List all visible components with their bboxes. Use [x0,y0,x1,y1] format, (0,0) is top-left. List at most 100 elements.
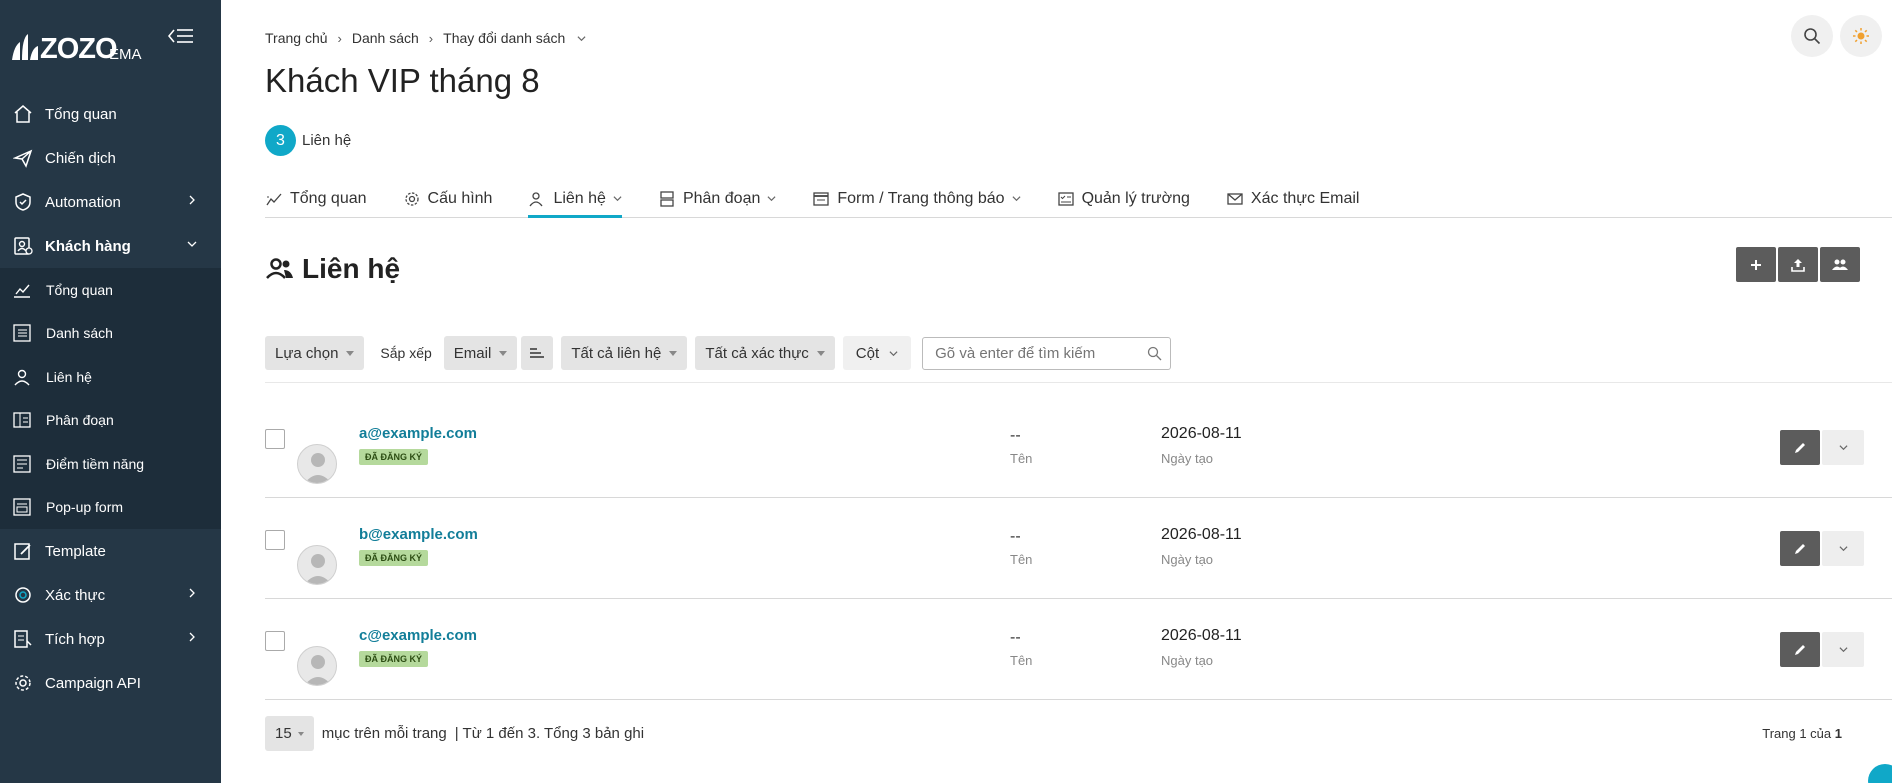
list-icon [12,323,32,343]
customers-submenu: Tổng quan Danh sách Liên hệ Phân đoạn Đi… [0,268,221,529]
bulk-select-dropdown[interactable]: Lựa chọn [265,336,365,370]
search-input[interactable] [935,344,1136,362]
sort-direction-button[interactable] [521,336,554,370]
main-content: Trang chủ › Danh sách › Thay đổi danh sá… [221,0,1892,783]
sidebar-item-template[interactable]: Template [0,529,221,573]
tab-label: Tổng quan [290,189,367,207]
gear-icon [12,672,34,694]
help-chat-button[interactable] [1868,764,1892,783]
submenu-item-label: Pop-up form [46,499,124,516]
row-checkbox[interactable] [265,631,285,651]
contact-email-link[interactable]: a@example.com [359,425,477,442]
breadcrumb-change-list[interactable]: Thay đổi danh sách [443,30,565,46]
contact-filter-dropdown[interactable]: Tất cả liên hệ [561,336,688,370]
shield-check-icon [12,191,34,213]
sidebar-item-customers[interactable]: Khách hàng [0,224,221,268]
table-row: b@example.com ĐÃ ĐĂNG KÝ -- Tên 2026-08-… [265,499,1892,599]
table-row: a@example.com ĐÃ ĐĂNG KÝ -- Tên 2026-08-… [265,398,1892,498]
page-info-prefix: Trang 1 của [1762,726,1832,741]
search-button[interactable] [1791,15,1833,57]
row-actions-dropdown[interactable] [1822,430,1864,465]
chevron-down-icon [1838,546,1848,552]
submenu-item-label: Tổng quan [46,281,113,298]
sidebar-item-campaigns[interactable]: Chiến dịch [0,136,221,180]
theme-toggle-button[interactable] [1840,15,1882,57]
edit-button[interactable] [1780,632,1820,667]
dropdown-label: Cột [855,344,880,362]
contact-email-link[interactable]: c@example.com [359,627,477,644]
submenu-item-contacts[interactable]: Liên hệ [0,355,221,399]
search-icon[interactable] [1147,346,1162,361]
home-icon [12,103,34,125]
caret-down-icon [669,350,678,356]
sidebar-item-verify[interactable]: Xác thực [0,573,221,617]
row-actions-dropdown[interactable] [1822,632,1864,667]
name-label: Tên [1010,451,1033,466]
submenu-item-label: Điểm tiềm năng [46,455,145,472]
tab-forms[interactable]: Form / Trang thông báo [812,180,1021,217]
submenu-item-lead-score[interactable]: Điểm tiềm năng [0,442,221,486]
breadcrumb-home[interactable]: Trang chủ [265,30,328,46]
users-icon [266,258,293,279]
page-info: Trang 1 của 1 [1762,726,1842,741]
submenu-item-segments[interactable]: Phân đoạn [0,399,221,443]
sidebar-item-label: Campaign API [45,674,141,692]
breadcrumb-separator: › [428,30,434,46]
created-date-label: Ngày tạo [1161,451,1214,466]
edit-button[interactable] [1780,430,1820,465]
zozo-logo-icon [12,34,38,60]
created-date-value: 2026-08-11 [1161,526,1242,543]
breadcrumb: Trang chủ › Danh sách › Thay đổi danh sá… [265,30,586,46]
caret-down-icon [499,350,508,356]
dropdown-label: Lựa chọn [275,344,339,362]
sidebar-item-automation[interactable]: Automation [0,180,221,224]
manage-contacts-button[interactable] [1820,247,1860,282]
user-placeholder-icon [304,655,332,685]
edit-button[interactable] [1780,531,1820,566]
sidebar-item-overview[interactable]: Tổng quan [0,92,221,136]
caret-down-icon [297,731,304,736]
tab-contacts[interactable]: Liên hệ [528,180,622,218]
send-icon [12,147,34,169]
section-title-text: Liên hệ [302,253,401,284]
sidebar-item-campaign-api[interactable]: Campaign API [0,661,221,705]
sidebar-item-integration[interactable]: Tích hợp [0,617,221,661]
chart-line-icon [265,190,283,208]
submenu-item-lists[interactable]: Danh sách [0,312,221,356]
submenu-item-popup-form[interactable]: Pop-up form [0,486,221,530]
row-actions-dropdown[interactable] [1822,531,1864,566]
users-icon [1832,259,1848,270]
tab-label: Quản lý trường [1081,189,1190,207]
contact-email-link[interactable]: b@example.com [359,526,478,543]
collapse-menu-icon[interactable] [168,27,194,47]
filter-toolbar: Lựa chọn Sắp xếp Email Tất cả liên hệ Tấ… [265,336,1172,370]
import-button[interactable] [1778,247,1818,282]
fields-icon [1057,190,1075,208]
pencil-icon [1795,644,1805,655]
verify-filter-dropdown[interactable]: Tất cả xác thực [695,336,835,370]
plus-icon [1751,259,1761,270]
section-title: Liên hệ [265,253,400,285]
tab-label: Liên hệ [553,189,606,207]
tab-segments[interactable]: Phân đoạn [658,180,776,217]
tab-fields[interactable]: Quản lý trường [1057,180,1190,217]
add-contact-button[interactable] [1736,247,1776,282]
submenu-item-overview[interactable]: Tổng quan [0,268,221,312]
per-page-dropdown[interactable]: 15 [265,716,314,751]
name-label: Tên [1010,552,1033,567]
tab-overview[interactable]: Tổng quan [265,180,367,217]
breadcrumb-lists[interactable]: Danh sách [352,30,419,46]
form-icon [12,497,32,517]
columns-dropdown[interactable]: Cột [842,336,912,370]
logo[interactable]: ZOZO EMA [0,0,221,92]
sun-icon [1853,28,1869,44]
tab-settings[interactable]: Cấu hình [403,180,493,217]
row-checkbox[interactable] [265,530,285,550]
tab-email-verify[interactable]: Xác thực Email [1226,180,1359,217]
tab-label: Cấu hình [427,189,493,207]
sort-field-dropdown[interactable]: Email [443,336,518,370]
row-checkbox[interactable] [265,429,285,449]
submenu-item-label: Phân đoạn [46,412,114,429]
chevron-down-icon[interactable] [577,34,586,43]
logo-text: ZOZO [40,33,118,65]
